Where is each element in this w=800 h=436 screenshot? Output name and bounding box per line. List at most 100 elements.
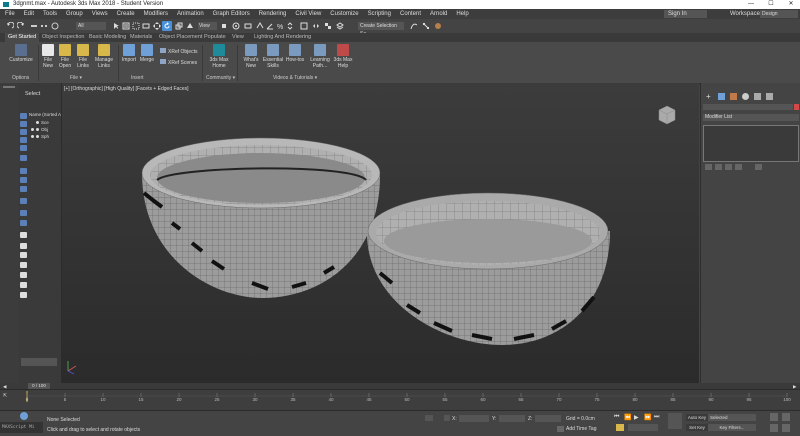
select-by-name-icon[interactable] <box>122 22 130 30</box>
go-to-end-icon[interactable]: ⏭ <box>654 414 659 421</box>
menu-scripting[interactable]: Scripting <box>368 9 391 19</box>
menu-file[interactable]: File <box>5 9 15 19</box>
selected-dropdown[interactable]: Selected <box>708 414 756 421</box>
set-key-button[interactable]: Set Key <box>686 424 708 431</box>
go-to-start-icon[interactable]: ⏮ <box>614 414 619 421</box>
pivot-center-icon[interactable] <box>220 22 228 30</box>
orbit-icon[interactable] <box>782 424 790 432</box>
filter-icon[interactable] <box>20 145 27 151</box>
maximize-button[interactable]: ☐ <box>764 0 778 9</box>
tab-materials[interactable]: Materials <box>130 33 152 42</box>
filter-icon[interactable] <box>20 168 27 174</box>
unlink-icon[interactable] <box>40 22 48 30</box>
essential-skills-button[interactable]: Essential Skills <box>262 44 284 69</box>
selection-filter-dropdown[interactable]: All <box>76 22 106 30</box>
layer-icon[interactable] <box>20 272 27 278</box>
select-manipulate-icon[interactable] <box>232 22 240 30</box>
tab-populate[interactable]: Populate <box>204 33 226 42</box>
modifier-list-dropdown[interactable]: Modifier List <box>703 114 799 121</box>
show-end-result-icon[interactable] <box>715 164 722 170</box>
whats-new-button[interactable]: What's New <box>240 44 262 69</box>
customize-button[interactable]: Customize <box>7 44 35 63</box>
menu-civil-view[interactable]: Civil View <box>295 9 321 19</box>
angle-snap-icon[interactable] <box>266 22 274 30</box>
key-filters-button[interactable]: Key Filters... <box>708 424 756 431</box>
collapse-handle[interactable] <box>3 86 15 88</box>
hierarchy-tab-icon[interactable] <box>730 93 737 100</box>
name-column-header[interactable]: Name (Sorted A <box>29 112 61 117</box>
tab-basic-modeling[interactable]: Basic Modeling <box>89 33 126 42</box>
menu-edit[interactable]: Edit <box>24 9 34 19</box>
make-unique-icon[interactable] <box>725 164 732 170</box>
layer-icon[interactable] <box>20 262 27 268</box>
how-tos-button[interactable]: How-tos <box>284 44 306 63</box>
window-crossing-icon[interactable] <box>142 22 150 30</box>
lock-selection-icon[interactable] <box>425 415 433 421</box>
zoom-all-icon[interactable] <box>782 413 790 421</box>
file-open-button[interactable]: File Open <box>57 44 73 69</box>
undo-icon[interactable] <box>6 22 14 30</box>
rotate-icon[interactable] <box>163 22 171 30</box>
filter-icon[interactable] <box>20 129 27 135</box>
set-keys-icon[interactable] <box>668 413 682 429</box>
layer-icon[interactable] <box>20 232 27 238</box>
right-bowl[interactable] <box>367 192 610 345</box>
z-coord-field[interactable] <box>535 415 561 422</box>
menu-content[interactable]: Content <box>400 9 421 19</box>
tab-object-placement[interactable]: Object Placement <box>159 33 202 42</box>
layer-icon[interactable] <box>20 243 27 249</box>
select-object-icon[interactable] <box>112 22 120 30</box>
filter-icon[interactable] <box>20 198 27 204</box>
freeze-icon[interactable] <box>36 128 39 131</box>
play-icon[interactable]: ▶ <box>634 414 639 421</box>
scale-icon[interactable] <box>175 22 183 30</box>
absolute-mode-icon[interactable] <box>444 415 450 421</box>
configure-modifier-sets-icon[interactable] <box>755 164 762 170</box>
menu-animation[interactable]: Animation <box>177 9 204 19</box>
group-community[interactable]: Community ▾ <box>206 75 235 81</box>
file-links-button[interactable]: File Links <box>75 44 91 69</box>
menu-tools[interactable]: Tools <box>43 9 57 19</box>
percent-snap-icon[interactable]: % <box>276 22 284 30</box>
snaps-toggle-icon[interactable] <box>256 22 264 30</box>
minimize-button[interactable]: — <box>744 0 758 9</box>
xref-objects-button[interactable]: XRef Objects <box>160 48 197 55</box>
menu-create[interactable]: Create <box>117 9 135 19</box>
object-name-field[interactable] <box>703 104 793 110</box>
add-time-tag-button[interactable]: Add Time Tag <box>566 426 596 432</box>
merge-button[interactable]: Merge <box>138 44 156 63</box>
motion-tab-icon[interactable] <box>742 93 749 100</box>
track-bar[interactable]: ⇱ 0 5 10 15 20 25 30 35 40 45 50 55 60 65 70 75 80 85 90 95… <box>0 389 800 411</box>
prev-key-icon[interactable]: ⏪ <box>624 414 631 421</box>
modifier-stack[interactable] <box>703 125 799 162</box>
filter-icon[interactable] <box>20 121 27 127</box>
tab-view[interactable]: View <box>232 33 244 42</box>
import-button[interactable]: Import <box>120 44 138 63</box>
create-tab-icon[interactable]: + <box>706 92 711 101</box>
perspective-viewport[interactable]: [+] [Orthographic] [High Quality] [Facet… <box>62 83 699 383</box>
visibility-icon[interactable] <box>36 121 39 124</box>
utilities-tab-icon[interactable] <box>766 93 773 100</box>
auto-key-button[interactable]: Auto Key <box>686 414 708 421</box>
file-new-button[interactable]: File New <box>40 44 56 69</box>
filter-icon[interactable] <box>20 220 27 226</box>
edit-named-selection-icon[interactable] <box>300 22 308 30</box>
filter-icon[interactable] <box>20 210 27 216</box>
freeze-icon[interactable] <box>36 135 39 138</box>
curve-editor-icon[interactable] <box>410 22 418 30</box>
object-color-swatch[interactable] <box>794 104 799 110</box>
left-bowl[interactable] <box>141 137 381 298</box>
schematic-view-icon[interactable] <box>422 22 430 30</box>
select-menu-label[interactable]: Select <box>25 91 40 97</box>
rect-region-icon[interactable] <box>132 22 140 30</box>
sign-in-button[interactable]: Sign In <box>664 10 707 18</box>
y-coord-field[interactable] <box>499 415 525 422</box>
scene-item[interactable]: Obj <box>31 127 48 132</box>
layer-icon[interactable] <box>20 252 27 258</box>
menu-help[interactable]: Help <box>456 9 468 19</box>
pin-stack-icon[interactable] <box>705 164 712 170</box>
xref-scenes-button[interactable]: XRef Scenes <box>160 59 197 66</box>
scene-item[interactable]: Sce <box>36 120 49 125</box>
keyboard-shortcut-override-icon[interactable] <box>244 22 252 30</box>
reference-coord-dropdown[interactable]: View <box>198 22 217 30</box>
